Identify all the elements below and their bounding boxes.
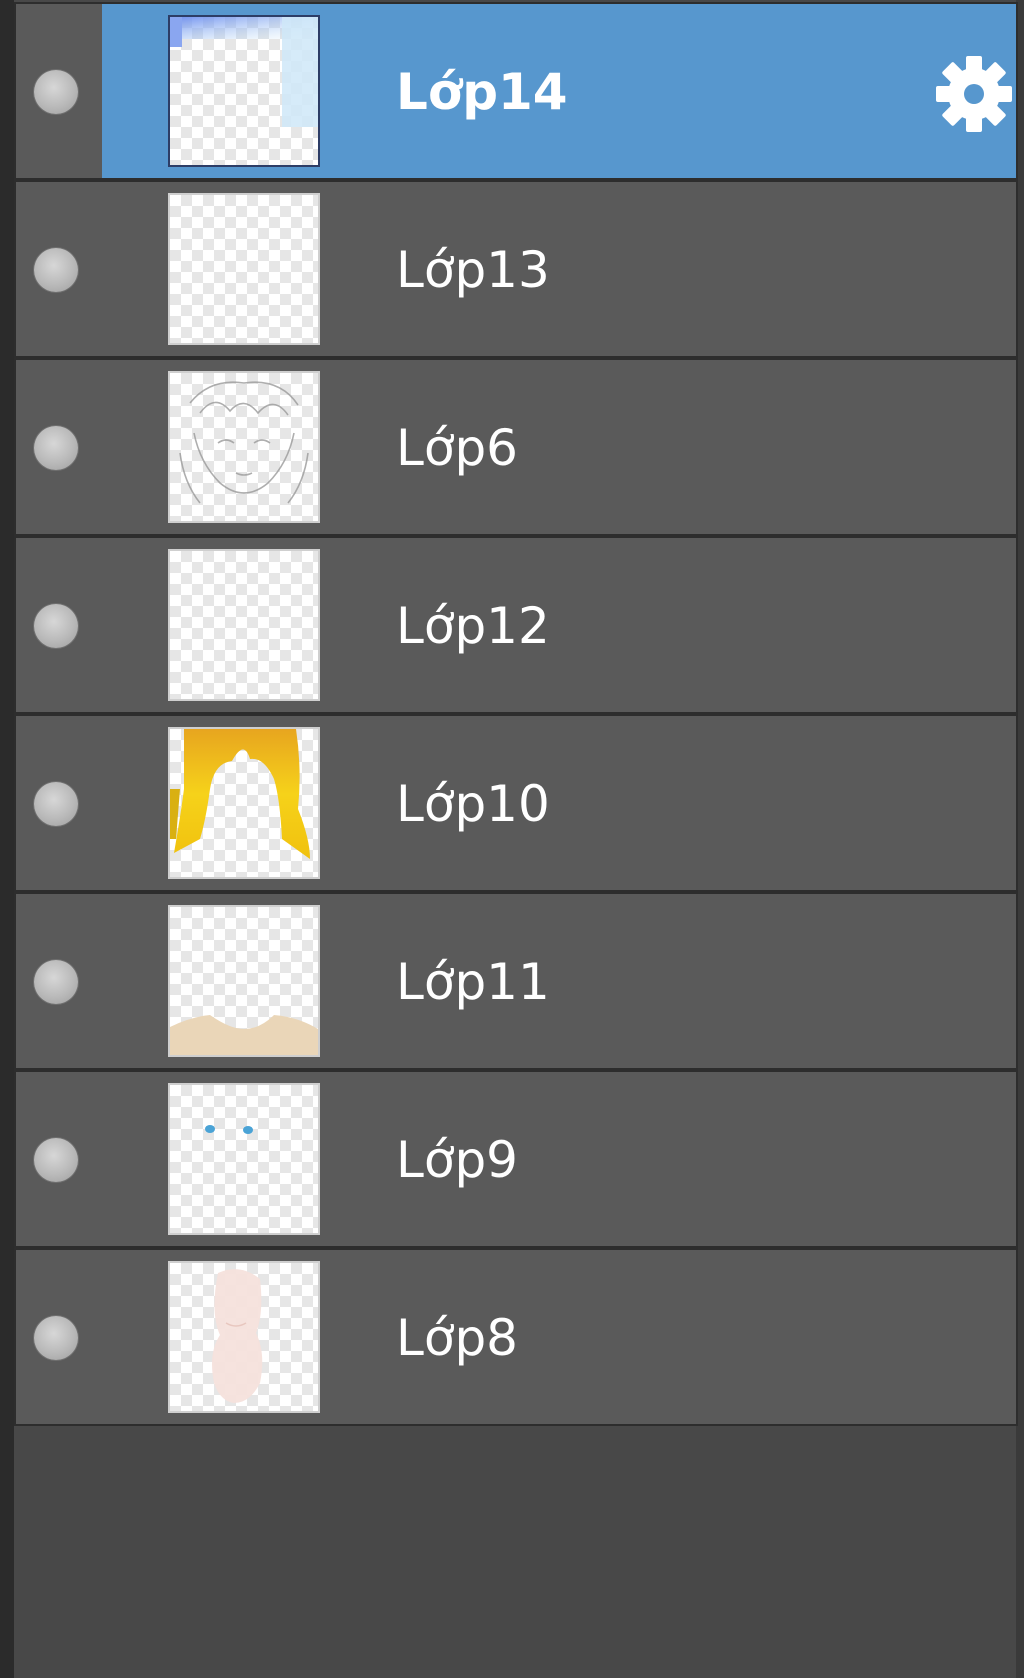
layer-name: Lớp10 bbox=[396, 775, 550, 833]
panel-left-edge bbox=[0, 0, 14, 1678]
visibility-toggle[interactable] bbox=[16, 4, 102, 178]
layer-list: Lớp14 Lớp13 Lớp6 Lớp12 Lớp10 Lớp11 Lớp9 … bbox=[16, 4, 1016, 1428]
visibility-toggle[interactable] bbox=[16, 716, 102, 890]
layer-name: Lớp6 bbox=[396, 419, 518, 477]
visibility-dot-icon[interactable] bbox=[34, 248, 78, 292]
shoulders-thumbnail-image bbox=[170, 1015, 318, 1055]
body-thumbnail-image bbox=[212, 1269, 263, 1403]
sketch-thumbnail-image bbox=[179, 381, 309, 504]
visibility-dot-icon[interactable] bbox=[34, 604, 78, 648]
layer-name: Lớp14 bbox=[396, 63, 568, 121]
eyes-thumbnail-image bbox=[205, 1125, 253, 1134]
layers-panel: Lớp14 Lớp13 Lớp6 Lớp12 Lớp10 Lớp11 Lớp9 … bbox=[0, 0, 1024, 1678]
layer-thumbnail[interactable] bbox=[168, 193, 320, 345]
visibility-toggle[interactable] bbox=[16, 1250, 102, 1424]
layer-name: Lớp13 bbox=[396, 241, 550, 299]
visibility-dot-icon[interactable] bbox=[34, 426, 78, 470]
layer-row-lop8[interactable]: Lớp8 bbox=[16, 1250, 1016, 1424]
layer-name: Lớp8 bbox=[396, 1309, 518, 1367]
visibility-toggle[interactable] bbox=[16, 360, 102, 534]
sky-thumbnail-image bbox=[170, 17, 318, 127]
panel-scrollbar-track[interactable] bbox=[1016, 0, 1024, 1678]
layer-row-lop9[interactable]: Lớp9 bbox=[16, 1072, 1016, 1246]
layer-thumbnail[interactable] bbox=[168, 549, 320, 701]
visibility-toggle[interactable] bbox=[16, 1072, 102, 1246]
layer-row-lop13[interactable]: Lớp13 bbox=[16, 182, 1016, 356]
visibility-toggle[interactable] bbox=[16, 894, 102, 1068]
layer-row-lop10[interactable]: Lớp10 bbox=[16, 716, 1016, 890]
layer-thumbnail[interactable] bbox=[168, 727, 320, 879]
visibility-dot-icon[interactable] bbox=[34, 70, 78, 114]
layer-row-lop11[interactable]: Lớp11 bbox=[16, 894, 1016, 1068]
layer-row-lop14[interactable]: Lớp14 bbox=[16, 4, 1016, 178]
hair-thumbnail-image bbox=[170, 729, 310, 859]
visibility-dot-icon[interactable] bbox=[34, 960, 78, 1004]
layer-row-lop12[interactable]: Lớp12 bbox=[16, 538, 1016, 712]
layer-thumbnail[interactable] bbox=[168, 1083, 320, 1235]
visibility-dot-icon[interactable] bbox=[34, 1138, 78, 1182]
layer-name: Lớp12 bbox=[396, 597, 550, 655]
layer-thumbnail[interactable] bbox=[168, 15, 320, 167]
layer-row-lop6[interactable]: Lớp6 bbox=[16, 360, 1016, 534]
visibility-toggle[interactable] bbox=[16, 538, 102, 712]
visibility-dot-icon[interactable] bbox=[34, 1316, 78, 1360]
layer-thumbnail[interactable] bbox=[168, 905, 320, 1057]
layer-thumbnail[interactable] bbox=[168, 371, 320, 523]
visibility-toggle[interactable] bbox=[16, 182, 102, 356]
gear-icon[interactable] bbox=[934, 54, 1014, 134]
layer-name: Lớp9 bbox=[396, 1131, 518, 1189]
layer-name: Lớp11 bbox=[396, 953, 550, 1011]
layer-thumbnail[interactable] bbox=[168, 1261, 320, 1413]
visibility-dot-icon[interactable] bbox=[34, 782, 78, 826]
